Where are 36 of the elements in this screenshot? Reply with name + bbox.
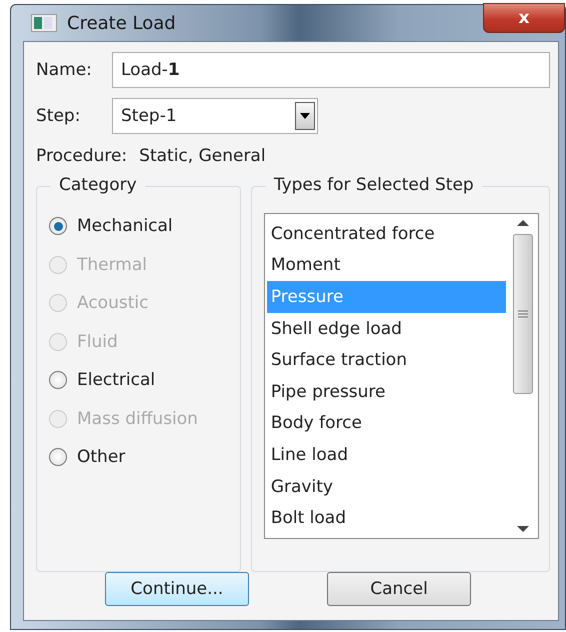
radio-label: Other: [77, 447, 126, 468]
radio-button[interactable]: [49, 448, 67, 466]
list-item[interactable]: Shell edge load: [266, 312, 506, 344]
scroll-thumb[interactable]: [513, 234, 533, 394]
group-title: Category: [51, 175, 145, 195]
list-item[interactable]: Concentrated force: [266, 218, 506, 250]
dialog-button[interactable]: Continue...: [105, 572, 249, 606]
procedure-value: Static, General: [139, 146, 266, 166]
scroll-down-icon[interactable]: [517, 526, 529, 532]
radio-label: Thermal: [77, 254, 148, 275]
group-title: Types for Selected Step: [266, 175, 482, 195]
list-item[interactable]: Line load: [266, 439, 506, 471]
list-item[interactable]: Surface traction: [266, 344, 506, 376]
list-item[interactable]: Pipe pressure: [266, 376, 506, 408]
radio-label: Electrical: [77, 370, 156, 390]
close-button[interactable]: x: [483, 3, 565, 33]
dialog-button[interactable]: Cancel: [327, 572, 471, 606]
radio-label: Mechanical: [77, 216, 173, 236]
procedure-label: Procedure:: [36, 146, 128, 166]
list-item[interactable]: Gravity: [266, 470, 506, 502]
list-item[interactable]: Bolt load: [266, 502, 506, 534]
radio-label: Fluid: [77, 332, 118, 352]
caret-icon: [300, 113, 310, 119]
list-item[interactable]: Moment: [266, 250, 506, 282]
step-dropdown[interactable]: Step-1: [112, 98, 318, 134]
window-icon: [31, 14, 57, 32]
radio-button[interactable]: [49, 217, 67, 236]
step-label: Step:: [36, 106, 82, 126]
list-item[interactable]: Body force: [266, 408, 506, 440]
radio-label: Mass diffusion: [77, 408, 198, 429]
window-title: Create Load: [67, 12, 176, 34]
name-label: Name:: [36, 60, 93, 80]
scroll-up-icon[interactable]: [517, 220, 529, 226]
radio-label: Acoustic: [77, 293, 148, 314]
name-field[interactable]: Load-1: [112, 52, 550, 88]
radio-button[interactable]: [49, 371, 67, 390]
